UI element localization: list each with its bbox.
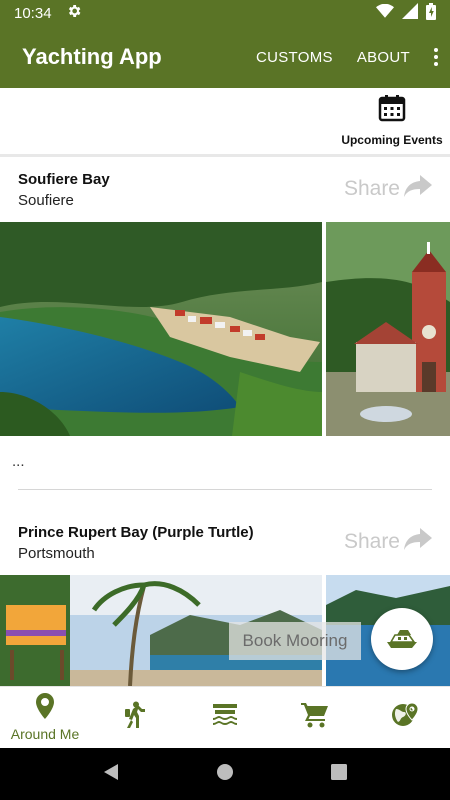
app-bar: Yachting App CUSTOMS ABOUT (0, 26, 450, 88)
bay-photo (0, 222, 322, 436)
wifi-icon (376, 3, 394, 22)
settings-icon (66, 3, 82, 23)
bottom-navigation: Around Me (0, 686, 450, 748)
share-arrow-icon (400, 175, 432, 203)
nav-hiking[interactable] (90, 687, 180, 748)
globe-pin-icon (391, 701, 419, 734)
church-photo (326, 222, 450, 436)
share-label: Share (343, 177, 400, 200)
status-bar: 10:34 (0, 0, 450, 26)
events-strip: Upcoming Events (0, 88, 450, 154)
shopping-cart-icon (301, 702, 329, 733)
nav-shopping[interactable] (270, 687, 360, 748)
upcoming-events-button[interactable]: Upcoming Events (340, 94, 444, 147)
status-time: 10:34 (14, 4, 52, 22)
signal-icon (402, 3, 418, 23)
more-ellipsis: ... (12, 453, 25, 470)
location-card-header[interactable]: Prince Rupert Bay (Purple Turtle) Portsm… (0, 510, 450, 572)
location-pin-icon (35, 693, 55, 724)
location-title: Prince Rupert Bay (Purple Turtle) (18, 524, 254, 541)
overflow-menu-icon[interactable] (422, 48, 450, 66)
nav-around-me[interactable]: Around Me (0, 687, 90, 748)
nav-around-me-label: Around Me (10, 726, 80, 742)
yacht-fab-button[interactable] (371, 608, 433, 670)
upcoming-events-label: Upcoming Events (341, 133, 443, 147)
photo-gallery[interactable] (0, 222, 450, 436)
location-subtitle: Portsmouth (18, 545, 95, 562)
location-subtitle: Soufiere (18, 192, 74, 209)
back-icon[interactable] (102, 763, 120, 786)
book-mooring-button[interactable]: Book Mooring (229, 622, 361, 660)
system-navigation-bar (0, 748, 450, 800)
hiker-icon (122, 701, 148, 734)
pool-icon (211, 702, 239, 733)
about-button[interactable]: ABOUT (345, 49, 422, 66)
battery-icon (426, 2, 436, 24)
share-label: Share (343, 530, 400, 553)
location-title: Soufiere Bay (18, 171, 110, 188)
customs-button[interactable]: CUSTOMS (244, 49, 345, 66)
nav-beach[interactable] (180, 687, 270, 748)
card-separator (18, 489, 432, 490)
share-button[interactable]: Share (344, 528, 432, 556)
share-arrow-icon (400, 528, 432, 556)
yacht-icon (385, 624, 419, 655)
location-card-header[interactable]: Soufiere Bay Soufiere Share (0, 157, 450, 219)
calendar-icon (378, 94, 406, 127)
recents-icon[interactable] (330, 763, 348, 786)
home-icon[interactable] (216, 763, 234, 786)
app-title: Yachting App (22, 44, 162, 69)
share-button[interactable]: Share (344, 175, 432, 203)
app-actions: CUSTOMS ABOUT (244, 48, 450, 66)
nav-globe[interactable] (360, 687, 450, 748)
